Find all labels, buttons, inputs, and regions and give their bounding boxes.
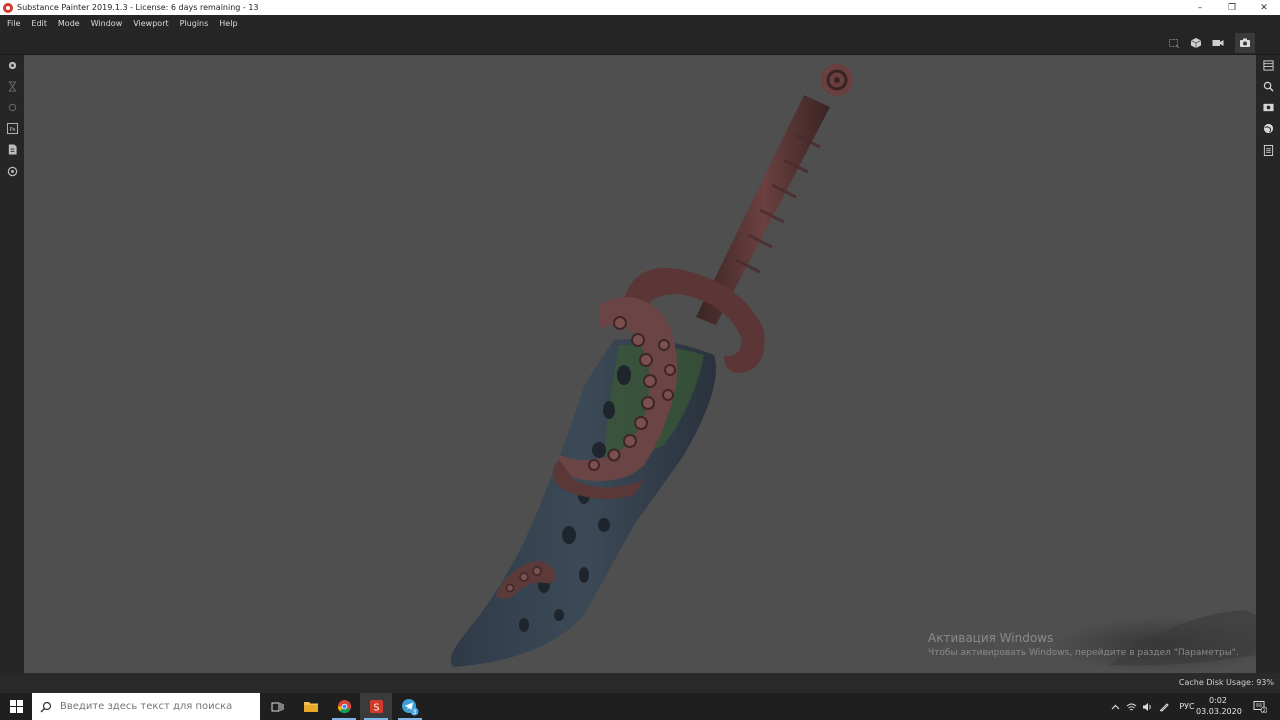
clock-date: 03.03.2020 (1196, 707, 1242, 716)
frame-select-icon[interactable] (1166, 36, 1182, 50)
activation-title: Активация Windows (928, 631, 1054, 645)
windows-logo-icon (9, 700, 23, 713)
file-explorer-icon[interactable] (295, 693, 327, 720)
task-view-icon[interactable] (262, 693, 294, 720)
display-settings-icon[interactable] (1261, 100, 1275, 114)
settings-icon[interactable] (5, 164, 19, 178)
right-shelf (1256, 55, 1280, 673)
camera-icon[interactable] (1210, 36, 1226, 50)
left-shelf: Ps (0, 55, 24, 673)
sword-render (450, 64, 1256, 673)
menu-window[interactable]: Window (87, 19, 127, 28)
substance-painter-icon (3, 2, 13, 13)
system-clock[interactable]: 0:02 03.03.2020 (1196, 695, 1242, 717)
viewport-toolbar (0, 31, 1280, 55)
cache-disk-usage: Cache Disk Usage: 93% (1179, 678, 1274, 687)
activation-subtitle: Чтобы активировать Windows, перейдите в … (928, 648, 1239, 658)
ps-label: Ps (9, 126, 15, 132)
substance-painter-icon[interactable]: S (360, 693, 392, 720)
photoshop-export-icon[interactable]: Ps (5, 121, 19, 135)
title-bar: Substance Painter 2019.1.3 - License: 6 … (0, 0, 1280, 15)
cube-display-icon[interactable] (1188, 36, 1204, 50)
chrome-icon[interactable] (328, 693, 360, 720)
input-language[interactable]: РУС (1176, 693, 1198, 720)
minimize-button[interactable]: – (1184, 0, 1216, 15)
brush-icon[interactable] (5, 100, 19, 114)
network-icon[interactable] (1124, 693, 1138, 720)
layers-panel-icon[interactable] (1261, 58, 1275, 72)
window-controls: – ❐ ✕ (1184, 0, 1280, 15)
menu-bar: File Edit Mode Window Viewport Plugins H… (0, 15, 1280, 31)
volume-icon[interactable] (1140, 693, 1154, 720)
status-bar: Cache Disk Usage: 93% (0, 673, 1280, 693)
windows-activation-watermark: Активация Windows Чтобы активировать Win… (928, 631, 1239, 658)
menu-edit[interactable]: Edit (27, 19, 51, 28)
notifications-icon[interactable]: 2 (1250, 693, 1270, 720)
telegram-icon[interactable]: 3 (394, 693, 426, 720)
search-input[interactable] (60, 701, 250, 712)
screenshot-icon[interactable] (1235, 33, 1255, 53)
windows-taskbar: S 3 РУС 0:02 03.03.2020 2 (0, 693, 1280, 720)
hourglass-icon[interactable] (5, 79, 19, 93)
taskbar-search[interactable] (32, 693, 260, 720)
telegram-badge: 3 (413, 709, 417, 716)
window-title: Substance Painter 2019.1.3 - License: 6 … (17, 3, 259, 12)
pen-icon[interactable] (1157, 693, 1171, 720)
properties-icon[interactable] (1261, 143, 1275, 157)
environment-icon[interactable] (1261, 121, 1275, 135)
zoom-icon[interactable] (1261, 79, 1275, 93)
3d-viewport[interactable]: Активация Windows Чтобы активировать Win… (24, 55, 1256, 673)
clock-time: 0:02 (1209, 696, 1227, 705)
export-doc-icon[interactable] (5, 142, 19, 156)
maximize-button[interactable]: ❐ (1216, 0, 1248, 15)
close-button[interactable]: ✕ (1248, 0, 1280, 15)
cache-label: Cache Disk Usage: (1178, 678, 1254, 687)
start-button[interactable] (0, 693, 32, 720)
menu-file[interactable]: File (3, 19, 24, 28)
cache-value: 93% (1256, 678, 1274, 687)
tray-chevron-icon[interactable] (1108, 693, 1122, 720)
menu-mode[interactable]: Mode (54, 19, 84, 28)
search-icon (40, 701, 52, 712)
menu-help[interactable]: Help (215, 19, 241, 28)
menu-plugins[interactable]: Plugins (176, 19, 213, 28)
svg-text:S: S (373, 702, 379, 713)
layer-icon[interactable] (5, 58, 19, 72)
menu-viewport[interactable]: Viewport (129, 19, 172, 28)
notifications-count: 2 (1263, 708, 1266, 713)
